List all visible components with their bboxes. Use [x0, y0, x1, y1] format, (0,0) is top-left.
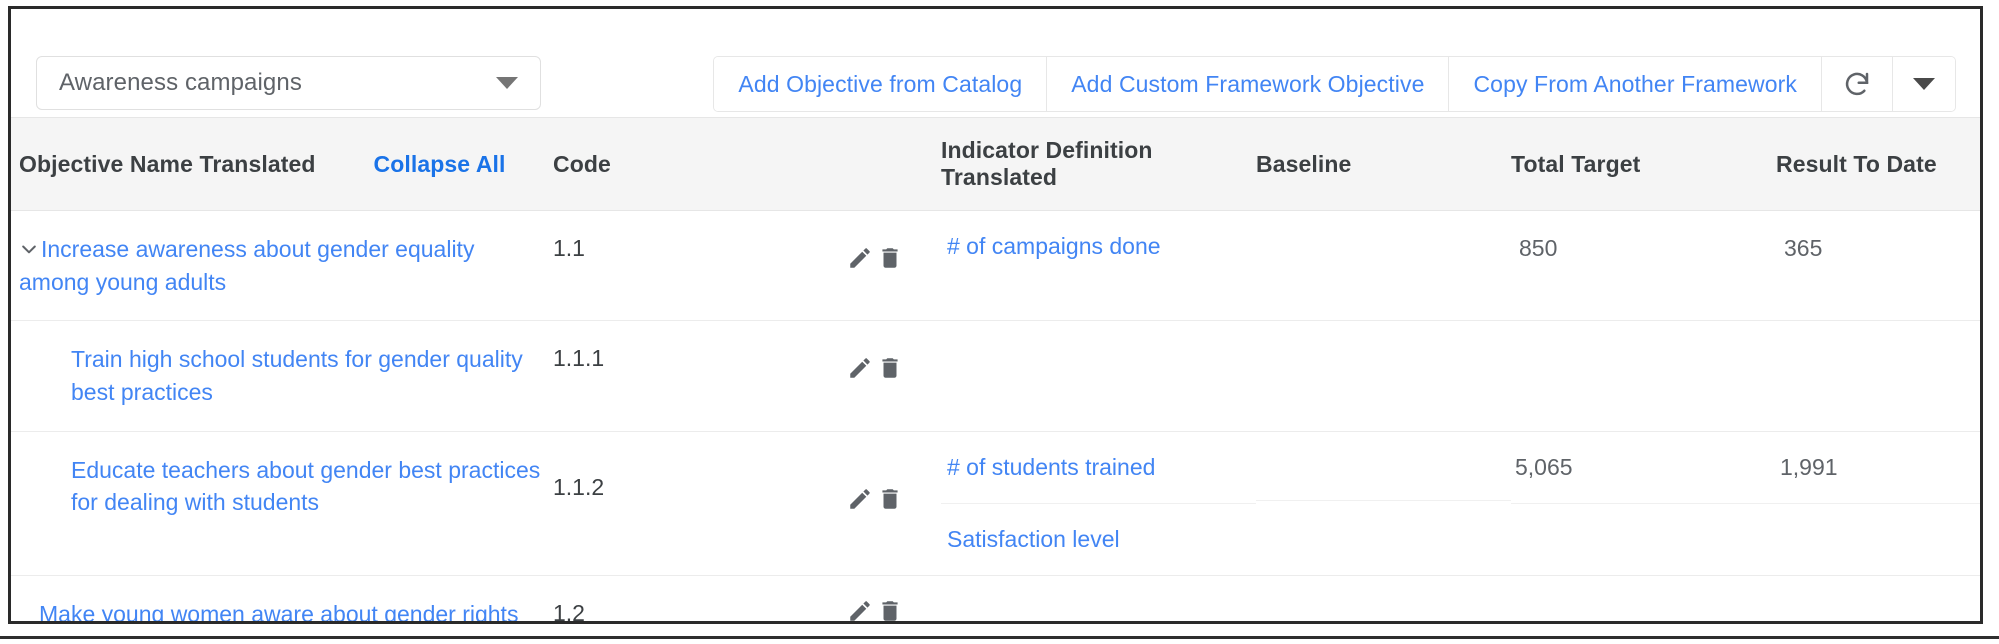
col-result-to-date: Result To Date — [1776, 117, 1980, 211]
row-actions — [841, 210, 941, 322]
col-result-to-date-label: Result To Date — [1776, 150, 1937, 177]
bottom-rule — [0, 636, 1999, 639]
pencil-icon[interactable] — [847, 355, 873, 381]
chevron-down-icon — [496, 77, 518, 89]
objective-code: 1.1.2 — [551, 431, 841, 576]
trash-icon[interactable] — [877, 245, 903, 271]
indicator-cell: # of students trained Satisfaction level — [941, 431, 1256, 576]
col-objective-name-label: Objective Name Translated — [19, 150, 316, 177]
objective-code: 1.1.1 — [551, 320, 841, 432]
baseline-cell — [1256, 431, 1511, 576]
toolbar-button-group: Add Objective from Catalog Add Custom Fr… — [713, 56, 1956, 112]
pencil-icon[interactable] — [847, 598, 873, 621]
total-target-value-secondary — [1511, 502, 1776, 575]
table-body: Increase awareness about gender equality… — [11, 210, 1980, 621]
indicator-cell — [941, 320, 1256, 432]
baseline-value — [1256, 210, 1511, 322]
chevron-expanded-icon[interactable] — [19, 235, 39, 255]
indicator-link[interactable]: # of students trained — [941, 432, 1256, 503]
col-total-target-label: Total Target — [1511, 150, 1641, 177]
col-baseline-label: Baseline — [1256, 150, 1352, 177]
trash-icon[interactable] — [877, 355, 903, 381]
row-actions — [841, 575, 941, 621]
trash-icon[interactable] — [877, 598, 903, 621]
col-actions — [841, 117, 941, 211]
screenshot-root: Awareness campaigns Add Objective from C… — [0, 0, 1999, 644]
toolbar-more-button[interactable] — [1893, 57, 1955, 111]
objective-name-cell: Educate teachers about gender best pract… — [11, 431, 551, 576]
result-to-date-value: 365 — [1776, 210, 1980, 322]
col-indicator: Indicator Definition Translated — [941, 117, 1256, 211]
baseline-value-secondary — [1256, 499, 1511, 572]
objective-name-cell: Train high school students for gender qu… — [11, 320, 551, 432]
result-to-date-value — [1776, 575, 1980, 621]
col-total-target: Total Target — [1511, 117, 1776, 211]
add-objective-from-catalog-button[interactable]: Add Objective from Catalog — [714, 57, 1048, 111]
objective-name-link[interactable]: Educate teachers about gender best pract… — [71, 457, 540, 516]
table-row: Make young women aware about gender righ… — [11, 575, 1980, 621]
total-target-value — [1511, 320, 1776, 432]
result-to-date-cell: 1,991 — [1776, 431, 1980, 576]
indicator-link[interactable]: # of campaigns done — [941, 211, 1256, 282]
result-to-date-value-secondary — [1776, 502, 1980, 575]
total-target-value: 5,065 — [1515, 453, 1573, 480]
toolbar: Awareness campaigns Add Objective from C… — [11, 9, 1980, 117]
pencil-icon[interactable] — [847, 486, 873, 512]
caret-down-icon — [1913, 78, 1935, 90]
row-actions — [841, 431, 941, 576]
framework-select-value: Awareness campaigns — [59, 69, 302, 96]
objective-name-link[interactable]: Make young women aware about gender righ… — [39, 601, 518, 621]
total-target-value — [1511, 575, 1776, 621]
col-indicator-label: Indicator Definition Translated — [941, 137, 1153, 190]
objective-code: 1.1 — [551, 210, 841, 322]
objective-name-link[interactable]: Increase awareness about gender equality… — [19, 236, 474, 295]
copy-from-another-framework-button[interactable]: Copy From Another Framework — [1449, 57, 1822, 111]
trash-icon[interactable] — [877, 486, 903, 512]
refresh-icon — [1842, 69, 1872, 99]
collapse-all-link[interactable]: Collapse All — [374, 151, 506, 178]
baseline-value — [1256, 432, 1511, 500]
col-code: Code — [551, 117, 841, 211]
col-code-label: Code — [553, 150, 611, 177]
indicator-cell — [941, 575, 1256, 621]
objective-name-cell: Increase awareness about gender equality… — [11, 210, 551, 322]
baseline-value — [1256, 320, 1511, 432]
add-custom-framework-objective-button[interactable]: Add Custom Framework Objective — [1047, 57, 1450, 111]
result-to-date-value — [1776, 320, 1980, 432]
refresh-button[interactable] — [1822, 57, 1893, 111]
result-to-date-value: 1,991 — [1780, 453, 1838, 480]
objective-code: 1.2 — [551, 575, 841, 621]
objectives-table: Objective Name Translated Collapse All C… — [11, 117, 1980, 621]
app-frame: Awareness campaigns Add Objective from C… — [8, 6, 1983, 624]
table-header-row: Objective Name Translated Collapse All C… — [11, 117, 1980, 211]
indicator-link[interactable]: Satisfaction level — [941, 502, 1256, 575]
total-target-value: 850 — [1511, 210, 1776, 322]
table-row: Increase awareness about gender equality… — [11, 210, 1980, 322]
total-target-cell: 5,065 — [1511, 431, 1776, 576]
indicator-cell: # of campaigns done — [941, 210, 1256, 322]
app-content: Awareness campaigns Add Objective from C… — [11, 9, 1980, 621]
baseline-value — [1256, 575, 1511, 621]
table-row: Educate teachers about gender best pract… — [11, 431, 1980, 576]
row-actions — [841, 320, 941, 432]
framework-select[interactable]: Awareness campaigns — [36, 56, 541, 110]
col-objective-name: Objective Name Translated Collapse All — [11, 117, 551, 211]
table-row: Train high school students for gender qu… — [11, 320, 1980, 432]
pencil-icon[interactable] — [847, 245, 873, 271]
objective-name-link[interactable]: Train high school students for gender qu… — [71, 346, 523, 405]
objective-name-cell: Make young women aware about gender righ… — [11, 575, 551, 621]
col-baseline: Baseline — [1256, 117, 1511, 211]
